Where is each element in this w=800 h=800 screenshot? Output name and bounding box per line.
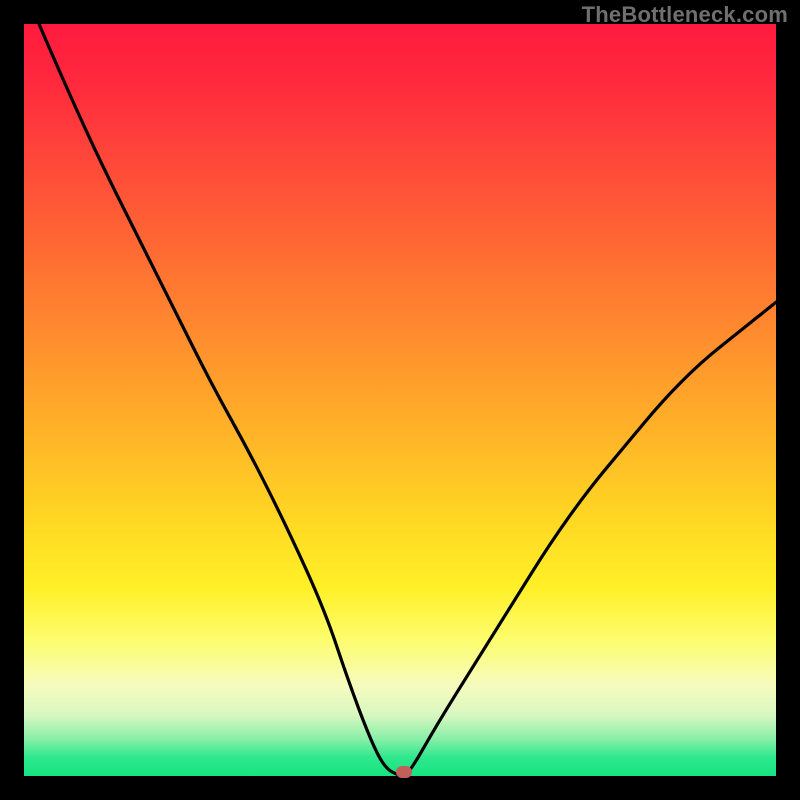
bottleneck-curve-path [39,24,776,776]
plot-area [24,24,776,776]
minimum-marker [396,766,412,778]
curve-svg [24,24,776,776]
chart-frame: TheBottleneck.com [0,0,800,800]
